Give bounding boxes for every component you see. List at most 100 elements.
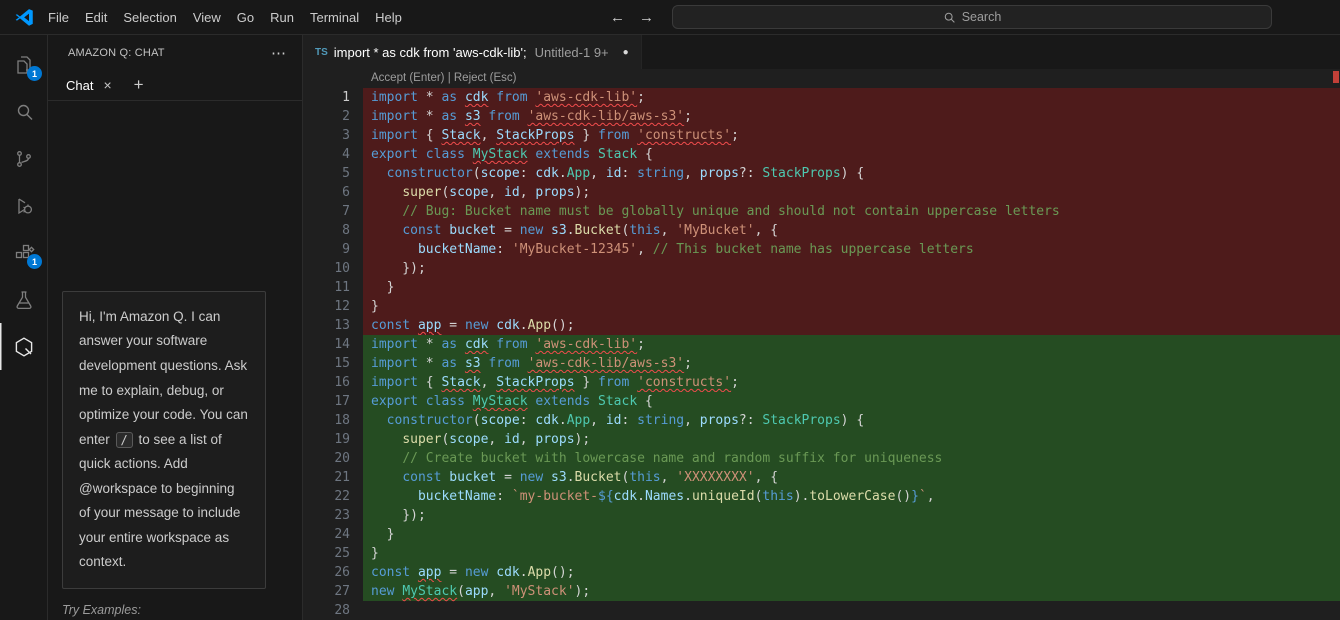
testing-icon (12, 288, 36, 312)
activity-item-amazon-q[interactable] (0, 323, 47, 370)
code-line-9[interactable]: 9 bucketName: 'MyBucket-12345', // This … (303, 240, 1340, 259)
close-chat-tab-button[interactable]: × (103, 77, 111, 93)
code-line-3[interactable]: 3import { Stack, StackProps } from 'cons… (303, 126, 1340, 145)
modified-indicator[interactable]: ● (623, 47, 629, 58)
sidebar-amazon-q: AMAZON Q: CHAT ⋯ Chat × + Hi, I'm Amazon… (48, 35, 303, 620)
more-actions-button[interactable]: ⋯ (265, 44, 292, 62)
inline-diff-actions[interactable]: Accept (Enter) | Reject (Esc) (303, 69, 1340, 88)
code-line-8[interactable]: 8 const bucket = new s3.Bucket(this, 'My… (303, 221, 1340, 240)
workbench: 11 AMAZON Q: CHAT ⋯ Chat × + Hi, I'm Ama… (0, 35, 1340, 620)
typescript-file-icon: TS (315, 47, 328, 58)
menu-view[interactable]: View (185, 6, 229, 29)
sidebar-title: AMAZON Q: CHAT (68, 47, 265, 59)
search-icon (943, 11, 956, 24)
menu-bar: FileEditSelectionViewGoRunTerminalHelp (40, 6, 410, 29)
welcome-message: Hi, I'm Amazon Q. I can answer your soft… (62, 291, 266, 589)
activity-item-testing[interactable] (0, 276, 47, 323)
code-line-19[interactable]: 19 super(scope, id, props); (303, 430, 1340, 449)
chat-tab-label: Chat (66, 78, 93, 93)
code-line-14[interactable]: 14import * as cdk from 'aws-cdk-lib'; (303, 335, 1340, 354)
code-text: const app = new cdk.App(); (363, 316, 1340, 335)
line-number: 11 (303, 278, 363, 297)
code-text: super(scope, id, props); (363, 430, 1340, 449)
code-text: // Bug: Bucket name must be globally uni… (363, 202, 1340, 221)
code-line-15[interactable]: 15import * as s3 from 'aws-cdk-lib/aws-s… (303, 354, 1340, 373)
search-input[interactable]: Search (672, 5, 1272, 29)
slash-key-hint: / (116, 432, 133, 448)
code-line-21[interactable]: 21 const bucket = new s3.Bucket(this, 'X… (303, 468, 1340, 487)
activity-item-search[interactable] (0, 88, 47, 135)
line-number: 4 (303, 145, 363, 164)
code-text: } (363, 544, 1340, 563)
line-number: 28 (303, 601, 363, 620)
code-line-10[interactable]: 10 }); (303, 259, 1340, 278)
menu-selection[interactable]: Selection (115, 6, 184, 29)
code-line-20[interactable]: 20 // Create bucket with lowercase name … (303, 449, 1340, 468)
code-line-23[interactable]: 23 }); (303, 506, 1340, 525)
line-number: 15 (303, 354, 363, 373)
activity-item-source-control[interactable] (0, 135, 47, 182)
code-text: export class MyStack extends Stack { (363, 392, 1340, 411)
editor-tab-untitled-1[interactable]: TS import * as cdk from 'aws-cdk-lib'; U… (303, 35, 642, 69)
menu-help[interactable]: Help (367, 6, 410, 29)
code-line-2[interactable]: 2import * as s3 from 'aws-cdk-lib/aws-s3… (303, 107, 1340, 126)
line-number: 10 (303, 259, 363, 278)
activity-item-run-debug[interactable] (0, 182, 47, 229)
code-line-25[interactable]: 25} (303, 544, 1340, 563)
editor-group: TS import * as cdk from 'aws-cdk-lib'; U… (303, 35, 1340, 620)
line-number: 2 (303, 107, 363, 126)
code-line-18[interactable]: 18 constructor(scope: cdk.App, id: strin… (303, 411, 1340, 430)
code-line-26[interactable]: 26const app = new cdk.App(); (303, 563, 1340, 582)
code-text: }); (363, 259, 1340, 278)
menu-run[interactable]: Run (262, 6, 302, 29)
code-line-12[interactable]: 12} (303, 297, 1340, 316)
line-number: 16 (303, 373, 363, 392)
code-text: import { Stack, StackProps } from 'const… (363, 126, 1340, 145)
back-button[interactable]: ← (610, 9, 625, 26)
code-editor[interactable]: Accept (Enter) | Reject (Esc) 1import * … (303, 69, 1340, 620)
code-line-11[interactable]: 11 } (303, 278, 1340, 297)
code-line-5[interactable]: 5 constructor(scope: cdk.App, id: string… (303, 164, 1340, 183)
line-number: 24 (303, 525, 363, 544)
code-line-17[interactable]: 17export class MyStack extends Stack { (303, 392, 1340, 411)
chat-panel-body: Hi, I'm Amazon Q. I can answer your soft… (48, 101, 302, 620)
code-line-7[interactable]: 7 // Bug: Bucket name must be globally u… (303, 202, 1340, 221)
line-number: 14 (303, 335, 363, 354)
line-number: 9 (303, 240, 363, 259)
activity-bar: 11 (0, 35, 48, 620)
line-number: 1 (303, 88, 363, 107)
menu-go[interactable]: Go (229, 6, 262, 29)
code-text: new MyStack(app, 'MyStack'); (363, 582, 1340, 601)
source-control-icon (12, 147, 36, 171)
menu-file[interactable]: File (40, 6, 77, 29)
code-line-6[interactable]: 6 super(scope, id, props); (303, 183, 1340, 202)
code-line-16[interactable]: 16import { Stack, StackProps } from 'con… (303, 373, 1340, 392)
code-text: bucketName: 'MyBucket-12345', // This bu… (363, 240, 1340, 259)
forward-button[interactable]: → (639, 9, 654, 26)
code-line-24[interactable]: 24 } (303, 525, 1340, 544)
menu-edit[interactable]: Edit (77, 6, 115, 29)
activity-item-explorer[interactable]: 1 (0, 41, 47, 88)
code-line-4[interactable]: 4export class MyStack extends Stack { (303, 145, 1340, 164)
code-line-27[interactable]: 27new MyStack(app, 'MyStack'); (303, 582, 1340, 601)
history-navigation: ← → (610, 0, 654, 34)
new-chat-tab-button[interactable]: + (134, 75, 144, 95)
menu-terminal[interactable]: Terminal (302, 6, 367, 29)
code-text: import * as s3 from 'aws-cdk-lib/aws-s3'… (363, 354, 1340, 373)
chat-tab[interactable]: Chat × (62, 73, 116, 97)
code-line-13[interactable]: 13const app = new cdk.App(); (303, 316, 1340, 335)
explorer-badge: 1 (27, 66, 42, 81)
code-text: } (363, 278, 1340, 297)
line-number: 6 (303, 183, 363, 202)
line-number: 3 (303, 126, 363, 145)
line-number: 8 (303, 221, 363, 240)
code-lines: 1import * as cdk from 'aws-cdk-lib';2imp… (303, 88, 1340, 620)
code-line-22[interactable]: 22 bucketName: `my-bucket-${cdk.Names.un… (303, 487, 1340, 506)
code-line-1[interactable]: 1import * as cdk from 'aws-cdk-lib'; (303, 88, 1340, 107)
code-text: import * as cdk from 'aws-cdk-lib'; (363, 88, 1340, 107)
code-text: } (363, 297, 1340, 316)
code-text: bucketName: `my-bucket-${cdk.Names.uniqu… (363, 487, 1340, 506)
activity-item-extensions[interactable]: 1 (0, 229, 47, 276)
code-line-28[interactable]: 28 (303, 601, 1340, 620)
line-number: 25 (303, 544, 363, 563)
